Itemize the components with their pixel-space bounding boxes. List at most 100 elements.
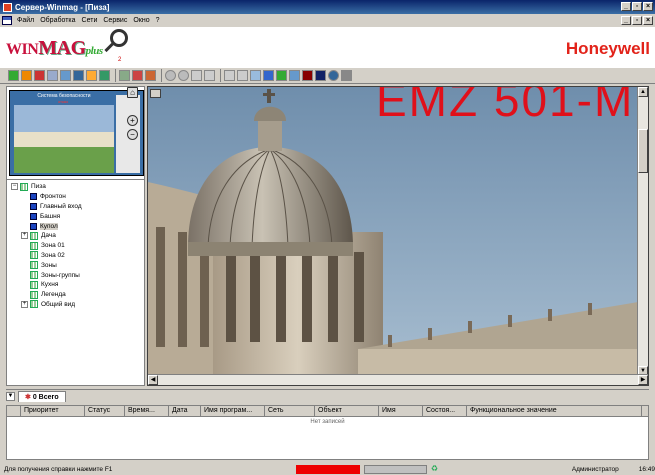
toolbar-forward-icon[interactable] (178, 70, 189, 81)
column-icon[interactable] (7, 406, 21, 416)
column-program-name[interactable]: Имя програм... (201, 406, 265, 416)
tree-item[interactable]: Зона 02 (11, 251, 144, 261)
horizontal-scrollbar[interactable]: ◀ ▶ (148, 374, 648, 385)
menu-service[interactable]: Сервис (100, 17, 130, 24)
status-help-text: Для получения справки нажмите F1 (4, 465, 113, 473)
toolbar-green-icon[interactable] (8, 70, 19, 81)
toolbar-cross-icon[interactable] (132, 70, 143, 81)
toolbar-export-icon[interactable] (289, 70, 300, 81)
toolbar-list-icon[interactable] (86, 70, 97, 81)
toolbar-back-icon[interactable] (165, 70, 176, 81)
home-icon[interactable]: ⌂ (127, 87, 138, 98)
doc-minimize-button[interactable]: _ (621, 16, 631, 25)
tree-item[interactable]: Фронтон (11, 192, 144, 202)
column-status[interactable]: Статус (85, 406, 125, 416)
logo-version: 2 (118, 57, 122, 63)
toolbar-map-icon[interactable] (119, 70, 130, 81)
toolbar-help-icon[interactable] (328, 70, 339, 81)
left-pane: Система безопасности отказ ⌂ + − − Пиза … (6, 86, 145, 386)
tree-item[interactable]: Зоны-группы (11, 270, 144, 280)
tree-item[interactable]: Зоны (11, 260, 144, 270)
column-state[interactable]: Состоя... (423, 406, 467, 416)
map-viewer[interactable]: EMZ 501-M ▲ ▼ ◀ ▶ (147, 86, 649, 386)
tree-item[interactable]: + Общий вид (11, 300, 144, 310)
status-progress-panel (363, 464, 427, 474)
tree-root[interactable]: − Пиза (11, 182, 144, 192)
tree-item-label: Общий вид (41, 300, 76, 308)
toolbar-grid-icon[interactable] (73, 70, 84, 81)
zone-icon (30, 251, 38, 260)
restore-button[interactable]: ▫ (632, 2, 642, 11)
menu-networks[interactable]: Сети (79, 17, 101, 24)
tree-item[interactable]: Главный вход (11, 202, 144, 212)
title-bar: Сервер-Winmag - [Пиза] _ ▫ × (0, 0, 655, 14)
scroll-thumb[interactable] (638, 129, 648, 173)
scroll-up-icon[interactable]: ▲ (638, 87, 648, 97)
column-network[interactable]: Сеть (265, 406, 315, 416)
toolbar-table-icon[interactable] (224, 70, 235, 81)
zone-icon (30, 231, 38, 240)
tree-item[interactable]: + Дача (11, 231, 144, 241)
column-time[interactable]: Время... (125, 406, 169, 416)
toolbar-separator (161, 69, 162, 82)
camera-icon (30, 222, 37, 230)
menu-processing[interactable]: Обработка (37, 17, 78, 24)
dropdown-icon[interactable]: ▼ (6, 392, 15, 401)
menu-bar: Файл Обработка Сети Сервис Окно ? _ ▫ × (0, 14, 655, 27)
toolbar-orange-icon[interactable] (21, 70, 32, 81)
menu-window[interactable]: Окно (130, 17, 152, 24)
column-date[interactable]: Дата (169, 406, 201, 416)
viewer-menu-button[interactable] (150, 89, 161, 98)
toolbar-book-icon[interactable] (315, 70, 326, 81)
menu-help[interactable]: ? (153, 17, 163, 24)
doc-restore-button[interactable]: ▫ (632, 16, 642, 25)
toolbar-link-icon[interactable] (191, 70, 202, 81)
column-function-value[interactable]: Функциональное значение (467, 406, 642, 416)
toolbar-window-icon[interactable] (60, 70, 71, 81)
camera-icon (30, 202, 37, 210)
overview-image (14, 105, 114, 173)
column-name[interactable]: Имя (379, 406, 423, 416)
toolbar-check-icon[interactable] (276, 70, 287, 81)
expand-icon[interactable]: + (21, 232, 28, 240)
scroll-left-icon[interactable]: ◀ (148, 375, 158, 385)
toolbar-unlink-icon[interactable] (204, 70, 215, 81)
toolbar-table2-icon[interactable] (237, 70, 248, 81)
tab-all-alarms[interactable]: ✱ 0 Всего (18, 391, 66, 402)
tree-item[interactable]: Легенда (11, 290, 144, 300)
toolbar-bug-icon[interactable] (302, 70, 313, 81)
collapse-icon[interactable]: − (11, 183, 18, 191)
document-icon[interactable] (2, 16, 12, 25)
toolbar-edit-icon[interactable] (250, 70, 261, 81)
tree-item-label: Зона 01 (41, 242, 65, 250)
tree-item-label: Кухня (41, 281, 59, 289)
toolbar-tool-icon[interactable] (341, 70, 352, 81)
zone-icon (20, 182, 28, 191)
tree-item[interactable]: Кухня (11, 280, 144, 290)
zoom-in-icon[interactable]: + (127, 115, 138, 126)
tree-item[interactable]: Зона 01 (11, 241, 144, 251)
app-icon (3, 2, 12, 12)
menu-file[interactable]: Файл (14, 17, 37, 24)
vertical-scrollbar[interactable]: ▲ ▼ (637, 87, 648, 376)
column-priority[interactable]: Приоритет (21, 406, 85, 416)
tree-item[interactable]: Купол (11, 221, 144, 231)
column-object[interactable]: Объект (315, 406, 379, 416)
overview-map[interactable]: Система безопасности отказ (9, 90, 144, 176)
toolbar-separator (115, 69, 116, 82)
tree-item-label: Фронтон (40, 193, 66, 201)
tree-item-label: Зоны-группы (41, 271, 80, 279)
scroll-right-icon[interactable]: ▶ (638, 375, 648, 385)
toolbar-pen-icon[interactable] (99, 70, 110, 81)
doc-close-button[interactable]: × (643, 16, 653, 25)
zone-icon (30, 280, 38, 289)
toolbar-red-icon[interactable] (34, 70, 45, 81)
minimize-button[interactable]: _ (621, 2, 631, 11)
toolbar-bell-icon[interactable] (145, 70, 156, 81)
toolbar-x-icon[interactable] (263, 70, 274, 81)
close-button[interactable]: × (643, 2, 653, 11)
tree-item[interactable]: Башня (11, 211, 144, 221)
toolbar-refresh-icon[interactable] (47, 70, 58, 81)
zoom-out-icon[interactable]: − (127, 129, 138, 140)
expand-icon[interactable]: + (21, 300, 28, 308)
